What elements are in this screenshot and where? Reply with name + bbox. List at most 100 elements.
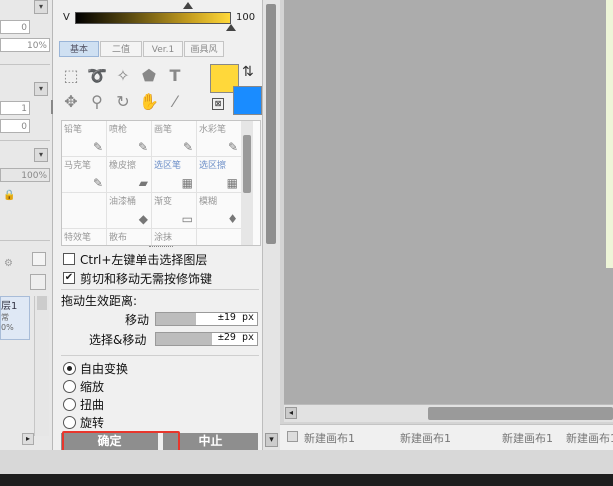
transparent-color-icon[interactable]: ⊠ bbox=[212, 98, 224, 110]
brush-item[interactable]: 橡皮擦 ▰ bbox=[107, 157, 152, 193]
brush-item[interactable]: 选区擦 ▦ bbox=[197, 157, 242, 193]
magic-wand-icon[interactable]: ✧ bbox=[113, 66, 133, 86]
brush-item[interactable]: 油漆桶 ◆ bbox=[107, 193, 152, 229]
layer-scrollbar[interactable] bbox=[34, 296, 49, 436]
rotate-icon[interactable]: ↻ bbox=[113, 92, 133, 112]
brush-name: 画笔 bbox=[154, 125, 173, 135]
eyedropper-icon[interactable]: ⁄ bbox=[165, 92, 185, 112]
swap-colors-icon[interactable]: ⇅ bbox=[242, 64, 254, 80]
brush-item[interactable]: 马克笔 ✎ bbox=[62, 157, 107, 193]
layer-opacity: 0% bbox=[1, 323, 14, 332]
doc-tab-2[interactable]: 新建画布1 bbox=[400, 430, 451, 448]
ctrl-select-checkbox[interactable] bbox=[63, 253, 75, 265]
status-bar bbox=[0, 450, 613, 486]
scale-label: 缩放 bbox=[80, 380, 105, 394]
brush-name: 模糊 bbox=[199, 197, 218, 207]
brush-item[interactable]: 渐变 ▭ bbox=[152, 193, 197, 229]
opacity-field[interactable]: 0 bbox=[0, 20, 30, 34]
panel-menu-button[interactable]: ▾ bbox=[265, 433, 278, 447]
slider-marker-top[interactable] bbox=[183, 2, 193, 9]
brush-item[interactable]: 水彩笔 ✎ bbox=[197, 121, 242, 157]
ctrl-select-label: Ctrl+左键单击选择图层 bbox=[80, 253, 208, 267]
select-move-distance-value: ±29 px bbox=[217, 332, 254, 343]
scroll-right-arrow[interactable]: ▸ bbox=[22, 433, 34, 445]
selection-rect-icon[interactable]: ⬚ bbox=[61, 66, 81, 86]
percent-field[interactable]: 10% bbox=[0, 38, 50, 52]
settings-icon[interactable]: ⚙ bbox=[4, 258, 13, 269]
layer-item-1[interactable]: 层1 常 0% bbox=[0, 296, 30, 340]
move-distance-value: ±19 px bbox=[217, 312, 254, 323]
value-gradient-slider[interactable] bbox=[75, 12, 231, 24]
layer-mode-icon[interactable] bbox=[32, 252, 46, 266]
brush-icon: ▦ bbox=[226, 176, 238, 190]
doc-tab-4[interactable]: 新建画布1 bbox=[566, 430, 613, 448]
brush-item[interactable]: 特效笔✎ bbox=[62, 229, 107, 245]
layer-name: 层1 bbox=[1, 301, 18, 312]
no-modifier-checkbox[interactable]: ✔ bbox=[63, 272, 75, 284]
canvas-horizontal-scrollbar[interactable]: ◂ bbox=[284, 404, 613, 422]
cancel-button[interactable]: 中止 bbox=[163, 433, 258, 450]
size-field[interactable]: 1 bbox=[0, 101, 30, 115]
brush-name: 橡皮擦 bbox=[109, 161, 137, 171]
brush-icon: ◆ bbox=[138, 212, 148, 226]
rotate-radio[interactable] bbox=[63, 416, 76, 429]
dropdown-arrow-icon[interactable]: ▾ bbox=[34, 0, 48, 14]
left-properties-panel: ▾ 0 10% ▾ 1 0 ▾ 100% 🔒 ⚙ 层1 常 0% ▸ bbox=[0, 0, 54, 450]
scroll-left-arrow[interactable]: ◂ bbox=[285, 407, 297, 419]
free-transform-radio[interactable] bbox=[63, 362, 76, 375]
doc-tab-1[interactable]: 新建画布1 bbox=[304, 430, 355, 448]
ok-button[interactable]: 确定 bbox=[61, 433, 158, 450]
tab-brush-style[interactable]: 画具风 bbox=[184, 41, 224, 57]
dropdown-arrow-icon[interactable]: ▾ bbox=[34, 82, 48, 96]
brush-item[interactable]: 铅笔 ✎ bbox=[62, 121, 107, 157]
brush-icon: ✎ bbox=[92, 176, 103, 190]
tab-binary[interactable]: 二值 bbox=[100, 41, 142, 57]
lasso-icon[interactable]: ➰ bbox=[87, 66, 107, 86]
dropdown-arrow-icon[interactable]: ▾ bbox=[34, 148, 48, 162]
brush-item[interactable] bbox=[62, 193, 107, 229]
brush-item[interactable]: 涂抹✎ bbox=[152, 229, 197, 245]
select-move-distance-slider[interactable]: ±29 px bbox=[155, 332, 258, 346]
brush-item[interactable]: 散布✦ bbox=[107, 229, 152, 245]
text-tool-icon[interactable]: T bbox=[165, 66, 185, 86]
scale-radio[interactable] bbox=[63, 380, 76, 393]
tab-ver1[interactable]: Ver.1 bbox=[143, 41, 183, 57]
slider-marker-bottom[interactable] bbox=[226, 24, 236, 31]
canvas-scroll-thumb[interactable] bbox=[428, 407, 613, 420]
offset-field[interactable]: 0 bbox=[0, 119, 30, 133]
brush-scroll-thumb[interactable] bbox=[243, 135, 251, 193]
zoom-icon[interactable]: ⚲ bbox=[87, 92, 107, 112]
brush-item[interactable]: 画笔 ✎ bbox=[152, 121, 197, 157]
new-layer-icon[interactable] bbox=[30, 274, 46, 290]
doc-tab-3[interactable]: 新建画布1 bbox=[502, 430, 553, 448]
brush-name: 选区笔 bbox=[154, 161, 182, 171]
brush-grid: 铅笔 ✎ 喷枪 ✎ 画笔 ✎ 水彩笔 ✎ 马克笔 ✎ 橡皮擦 ▰ 选区笔 ▦ 选区擦 ▦ 油漆桶 ◆ 渐变 ▭ 模糊 ♦ 特… bbox=[61, 120, 261, 246]
brush-name: 渐变 bbox=[154, 197, 173, 207]
tool-panel-scrollbar[interactable]: ▾ bbox=[262, 0, 280, 450]
canvas-icon bbox=[287, 431, 298, 442]
distort-label: 扭曲 bbox=[80, 398, 105, 412]
tool-panel: V 100 基本 二值 Ver.1 画具风 ⬚ ➰ ✧ ⬟ T ✥ ⚲ ↻ ✋ … bbox=[53, 0, 262, 450]
brush-icon: ▦ bbox=[181, 176, 193, 190]
brush-name: 水彩笔 bbox=[199, 125, 227, 135]
select-move-label: 选择&移动 bbox=[89, 333, 147, 347]
density-field[interactable]: 100% bbox=[0, 168, 50, 182]
no-modifier-label: 剪切和移动无需按修饰键 bbox=[80, 272, 213, 286]
lock-icon[interactable]: 🔒 bbox=[3, 190, 15, 201]
distort-radio[interactable] bbox=[63, 398, 76, 411]
brush-item[interactable]: 模糊 ♦ bbox=[197, 193, 242, 229]
bucket-select-icon[interactable]: ⬟ bbox=[139, 66, 159, 86]
canvas-area[interactable] bbox=[284, 0, 613, 404]
brush-name: 马克笔 bbox=[64, 161, 92, 171]
tab-basic[interactable]: 基本 bbox=[59, 41, 99, 57]
brush-item[interactable]: 喷枪 ✎ bbox=[107, 121, 152, 157]
secondary-color-swatch[interactable] bbox=[233, 86, 262, 115]
brush-item[interactable] bbox=[197, 229, 242, 245]
move-icon[interactable]: ✥ bbox=[61, 92, 81, 112]
hand-icon[interactable]: ✋ bbox=[139, 92, 159, 112]
move-distance-slider[interactable]: ±19 px bbox=[155, 312, 258, 326]
brush-grid-scrollbar[interactable] bbox=[241, 121, 253, 245]
brush-item[interactable]: 选区笔 ▦ bbox=[152, 157, 197, 193]
tool-panel-scroll-thumb[interactable] bbox=[266, 4, 276, 244]
scroll-up-arrow[interactable] bbox=[37, 296, 47, 310]
